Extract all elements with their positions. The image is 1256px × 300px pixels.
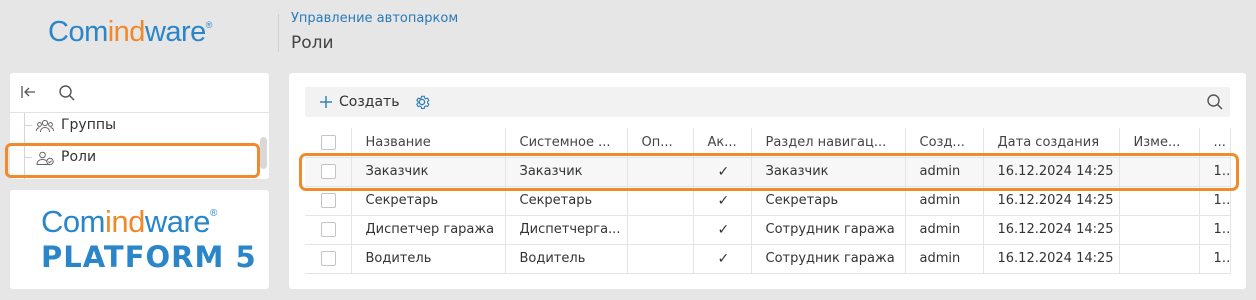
brand-text-2: ind [104, 204, 145, 239]
check-icon: ✓ [693, 215, 752, 245]
select-all-checkbox[interactable] [321, 134, 336, 150]
table-row[interactable]: Водитель Водитель ✓ Сотрудник гаража adm… [305, 244, 1231, 274]
navigation-toolbar [10, 73, 269, 113]
brand-panel: Comindware® PLATFORM 5 [10, 190, 269, 289]
cell-creator: admin [905, 215, 984, 245]
logo-mark: ® [205, 20, 213, 30]
plus-icon [319, 92, 333, 112]
cell-nav-section: Сотрудник гаража [751, 244, 906, 274]
cell-name: Диспетчер гаража [351, 215, 506, 245]
cell-system-name: Водитель [505, 244, 628, 274]
sidebar-item-groups[interactable]: Группы [10, 111, 258, 141]
row-checkbox[interactable] [321, 193, 336, 208]
row-checkbox[interactable] [321, 222, 336, 237]
logo-text-3: ware [144, 16, 206, 48]
table-search-icon[interactable] [1206, 93, 1224, 115]
cell-system-name: Диспетчерга... [505, 215, 628, 245]
cell-more: 1... [1199, 244, 1231, 274]
collapse-left-icon[interactable] [20, 84, 36, 104]
cell-more: 1... [1199, 215, 1231, 245]
create-button[interactable]: Создать [319, 92, 399, 112]
sidebar-item-label: Группы [61, 117, 117, 133]
breadcrumb[interactable]: Управление автопарком [291, 11, 458, 26]
cell-name: Водитель [351, 244, 506, 274]
cell-modified [1119, 215, 1200, 245]
brand-text-1: Com [41, 204, 105, 239]
groups-icon [36, 118, 54, 138]
logo-text-2: ind [107, 16, 146, 48]
cell-creator: admin [905, 244, 984, 274]
cell-created-date: 16.12.2024 14:25 [983, 215, 1120, 245]
header-divider [278, 14, 279, 52]
brand-text-3: ware [144, 204, 211, 239]
cell-description [627, 244, 694, 274]
cell-created-date: 16.12.2024 14:25 [983, 244, 1120, 274]
sidebar-scrollbar[interactable] [260, 137, 267, 169]
cell-modified [1119, 244, 1200, 274]
highlight-roles-item [5, 143, 260, 178]
cell-description [627, 215, 694, 245]
cell-nav-section: Сотрудник гаража [751, 215, 906, 245]
brand-mark: ® [210, 208, 217, 219]
search-icon[interactable] [58, 84, 76, 106]
table-row[interactable]: Диспетчер гаража Диспетчерга... ✓ Сотруд… [305, 215, 1231, 245]
highlight-row-customer [299, 153, 1239, 191]
check-icon: ✓ [693, 244, 752, 274]
brand-platform: PLATFORM 5 [41, 240, 257, 274]
row-checkbox[interactable] [321, 251, 336, 266]
table-toolbar: Создать [305, 87, 1230, 117]
logo-text-1: Com [48, 16, 108, 48]
brand-logo: Comindware® [41, 204, 217, 240]
create-button-label: Создать [339, 94, 400, 110]
roles-table: Название Системное ... Оп... Ак... Разде… [305, 128, 1231, 274]
page-title: Роли [291, 33, 334, 53]
gear-icon[interactable] [413, 93, 431, 115]
app-logo[interactable]: Comindware® [48, 16, 212, 49]
